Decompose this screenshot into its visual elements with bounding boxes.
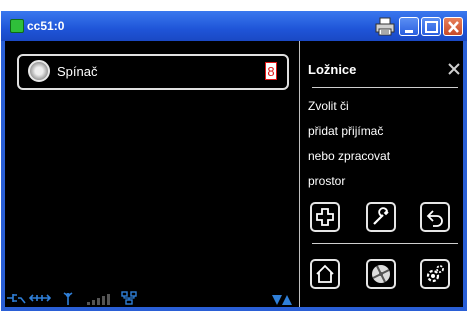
section-divider: [312, 243, 458, 244]
network-icon: [121, 291, 137, 305]
device-item[interactable]: Spínač: [17, 54, 289, 90]
window-title: cc51:0: [27, 19, 65, 33]
title-divider: [312, 87, 458, 88]
room-title: Ložnice: [308, 62, 357, 77]
signal-bars-icon: [87, 294, 110, 305]
settings-button[interactable]: [420, 259, 450, 289]
app-window: cc51:0 Spínač 8 Ložnice Zvolit či přidat…: [1, 11, 467, 311]
status-bar: [7, 291, 298, 305]
fan-button[interactable]: [366, 259, 396, 289]
back-icon: [426, 210, 443, 227]
close-icon[interactable]: [448, 63, 460, 75]
antenna-icon: [63, 292, 73, 305]
wrench-icon: [373, 207, 389, 225]
minimize-button[interactable]: [399, 17, 419, 36]
back-button[interactable]: [420, 202, 450, 232]
app-icon: [10, 19, 24, 33]
info-line-2: přidat přijímač: [308, 124, 384, 138]
close-button[interactable]: [443, 17, 463, 36]
fan-icon: [372, 265, 390, 283]
printer-icon[interactable]: [374, 17, 396, 36]
round-switch-icon: [28, 60, 50, 82]
info-line-1: Zvolit či: [308, 99, 349, 113]
scroll-arrows-icon[interactable]: [271, 294, 293, 306]
power-plug-icon: [7, 294, 26, 304]
edit-button[interactable]: [366, 202, 396, 232]
info-line-4: prostor: [308, 174, 346, 188]
add-button[interactable]: [310, 202, 340, 232]
room-panel: Ložnice Zvolit či přidat přijímač nebo z…: [300, 41, 463, 307]
info-line-3: nebo zpracovat: [308, 149, 391, 163]
settings-icon: [426, 265, 444, 283]
device-badge: 8: [265, 62, 277, 80]
home-icon: [316, 264, 334, 283]
add-icon: [316, 208, 334, 226]
home-button[interactable]: [310, 259, 340, 289]
maximize-button[interactable]: [421, 17, 441, 36]
title-bar: cc51:0: [1, 11, 467, 41]
link-arrows-icon: [29, 294, 51, 302]
app-screen: Spínač 8 Ložnice Zvolit či přidat přijím…: [5, 41, 463, 307]
device-list: Spínač 8: [5, 41, 299, 307]
device-label: Spínač: [57, 64, 98, 79]
